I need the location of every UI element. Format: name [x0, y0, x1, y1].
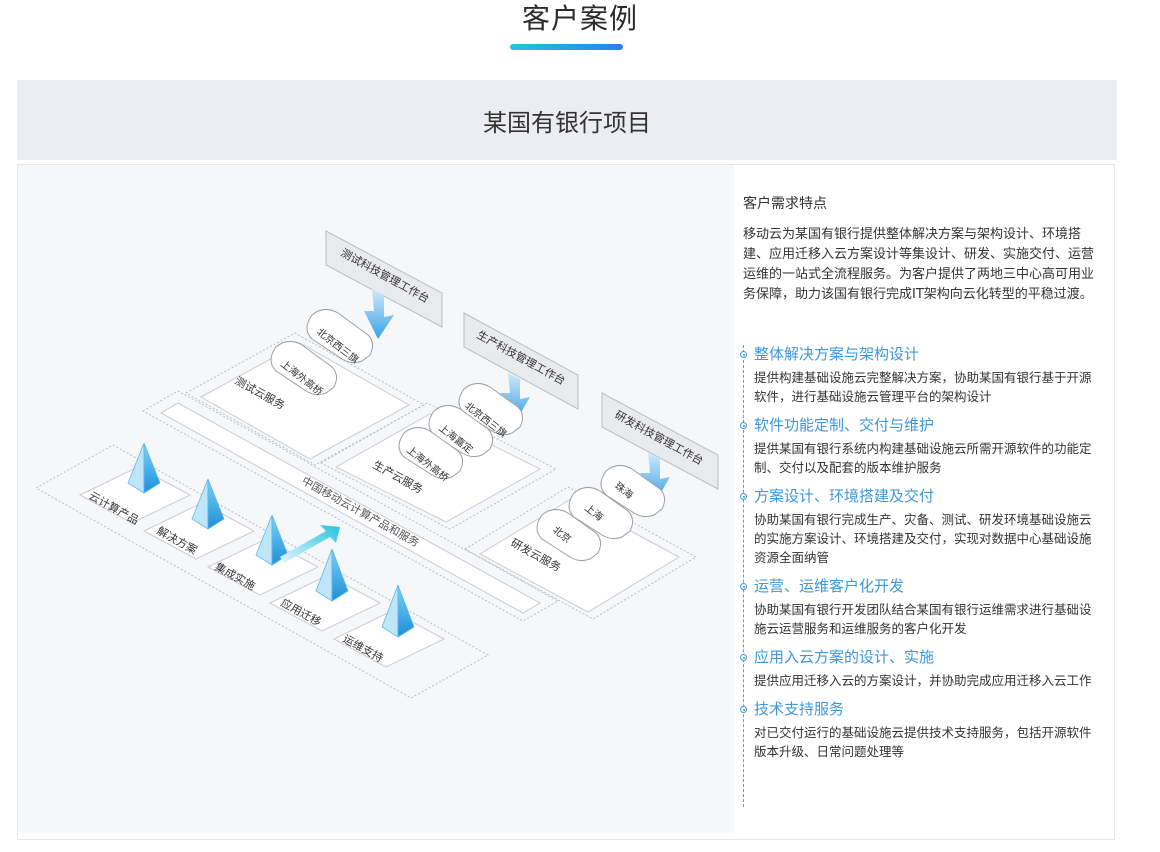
timeline-item: 运营、运维客户化开发 协助某国有银行开发团队结合某国有银行运维需求进行基础设施云…: [740, 577, 1102, 638]
timeline-item-title: 技术支持服务: [754, 700, 845, 718]
timeline-item-title: 方案设计、环境搭建及交付: [754, 487, 935, 505]
needs-text: 移动云为某国有银行提供整体解决方案与架构设计、环境搭建、应用迁移入云方案设计等集…: [743, 227, 1095, 302]
timeline-item-desc: 协助某国有银行完成生产、灾备、测试、研发环境基础设施云的实施方案设计、环境搭建及…: [754, 512, 1092, 565]
needs-title: 客户需求特点: [743, 196, 827, 212]
step-cloud-product: 云计算产品: [78, 442, 192, 527]
timeline-item: 技术支持服务 对已交付运行的基础设施云提供技术支持服务，包括开源软件版本升级、日…: [740, 700, 1102, 761]
timeline-dot-icon: [740, 583, 747, 590]
service-timeline: 整体解决方案与架构设计 提供构建基础设施云完整解决方案，协助某国有银行基于开源软…: [740, 345, 1102, 807]
timeline-item: 应用入云方案的设计、实施 提供应用迁移入云的方案设计，并协助完成应用迁移入云工作: [740, 648, 1102, 690]
timeline-item-desc: 提供构建基础设施云完整解决方案，协助某国有银行基于开源软件，进行基础设施云管理平…: [754, 370, 1092, 404]
timeline-item-title: 运营、运维客户化开发: [754, 577, 905, 595]
timeline-item: 整体解决方案与架构设计 提供构建基础设施云完整解决方案，协助某国有银行基于开源软…: [740, 345, 1102, 406]
timeline-item-desc: 提供应用迁移入云的方案设计，并协助完成应用迁移入云工作: [754, 673, 1092, 688]
timeline-item-desc: 对已交付运行的基础设施云提供技术支持服务，包括开源软件版本升级、日常问题处理等: [754, 725, 1092, 759]
timeline-item-desc: 提供某国有银行系统内构建基础设施云所需开源软件的功能定制、交付以及配套的版本维护…: [754, 441, 1092, 475]
title-underline: [510, 44, 623, 50]
timeline-item-title: 整体解决方案与架构设计: [754, 345, 920, 363]
requirements-panel: 客户需求特点 移动云为某国有银行提供整体解决方案与架构设计、环境搭建、应用迁移入…: [740, 193, 1102, 807]
timeline-dot-icon: [740, 493, 747, 500]
timeline-dot-icon: [740, 422, 747, 429]
timeline-item-desc: 协助某国有银行开发团队结合某国有银行运维需求进行基础设施云运营服务和运维服务的客…: [754, 602, 1092, 636]
timeline-dot-icon: [740, 351, 747, 358]
timeline-item-title: 应用入云方案的设计、实施: [754, 648, 935, 666]
timeline-item-title: 软件功能定制、交付与维护: [754, 416, 935, 434]
section-title: 客户案例: [521, 2, 638, 35]
timeline-item: 方案设计、环境搭建及交付 协助某国有银行完成生产、灾备、测试、研发环境基础设施云…: [740, 487, 1102, 567]
case-card: 中国移动云计算产品和服务 云计算产品 解决方案 集成实施 应用迁移 运维支持 测…: [17, 164, 1115, 840]
timeline-item: 软件功能定制、交付与维护 提供某国有银行系统内构建基础设施云所需开源软件的功能定…: [740, 416, 1102, 477]
architecture-diagram: 中国移动云计算产品和服务 云计算产品 解决方案 集成实施 应用迁移 运维支持 测…: [18, 165, 734, 833]
architecture-diagram-svg: 中国移动云计算产品和服务 云计算产品 解决方案 集成实施 应用迁移 运维支持 测…: [34, 230, 719, 699]
case-header: 某国有银行项目: [17, 80, 1117, 160]
timeline-dot-icon: [740, 654, 747, 661]
case-title: 某国有银行项目: [483, 108, 651, 137]
timeline-dot-icon: [740, 706, 747, 713]
